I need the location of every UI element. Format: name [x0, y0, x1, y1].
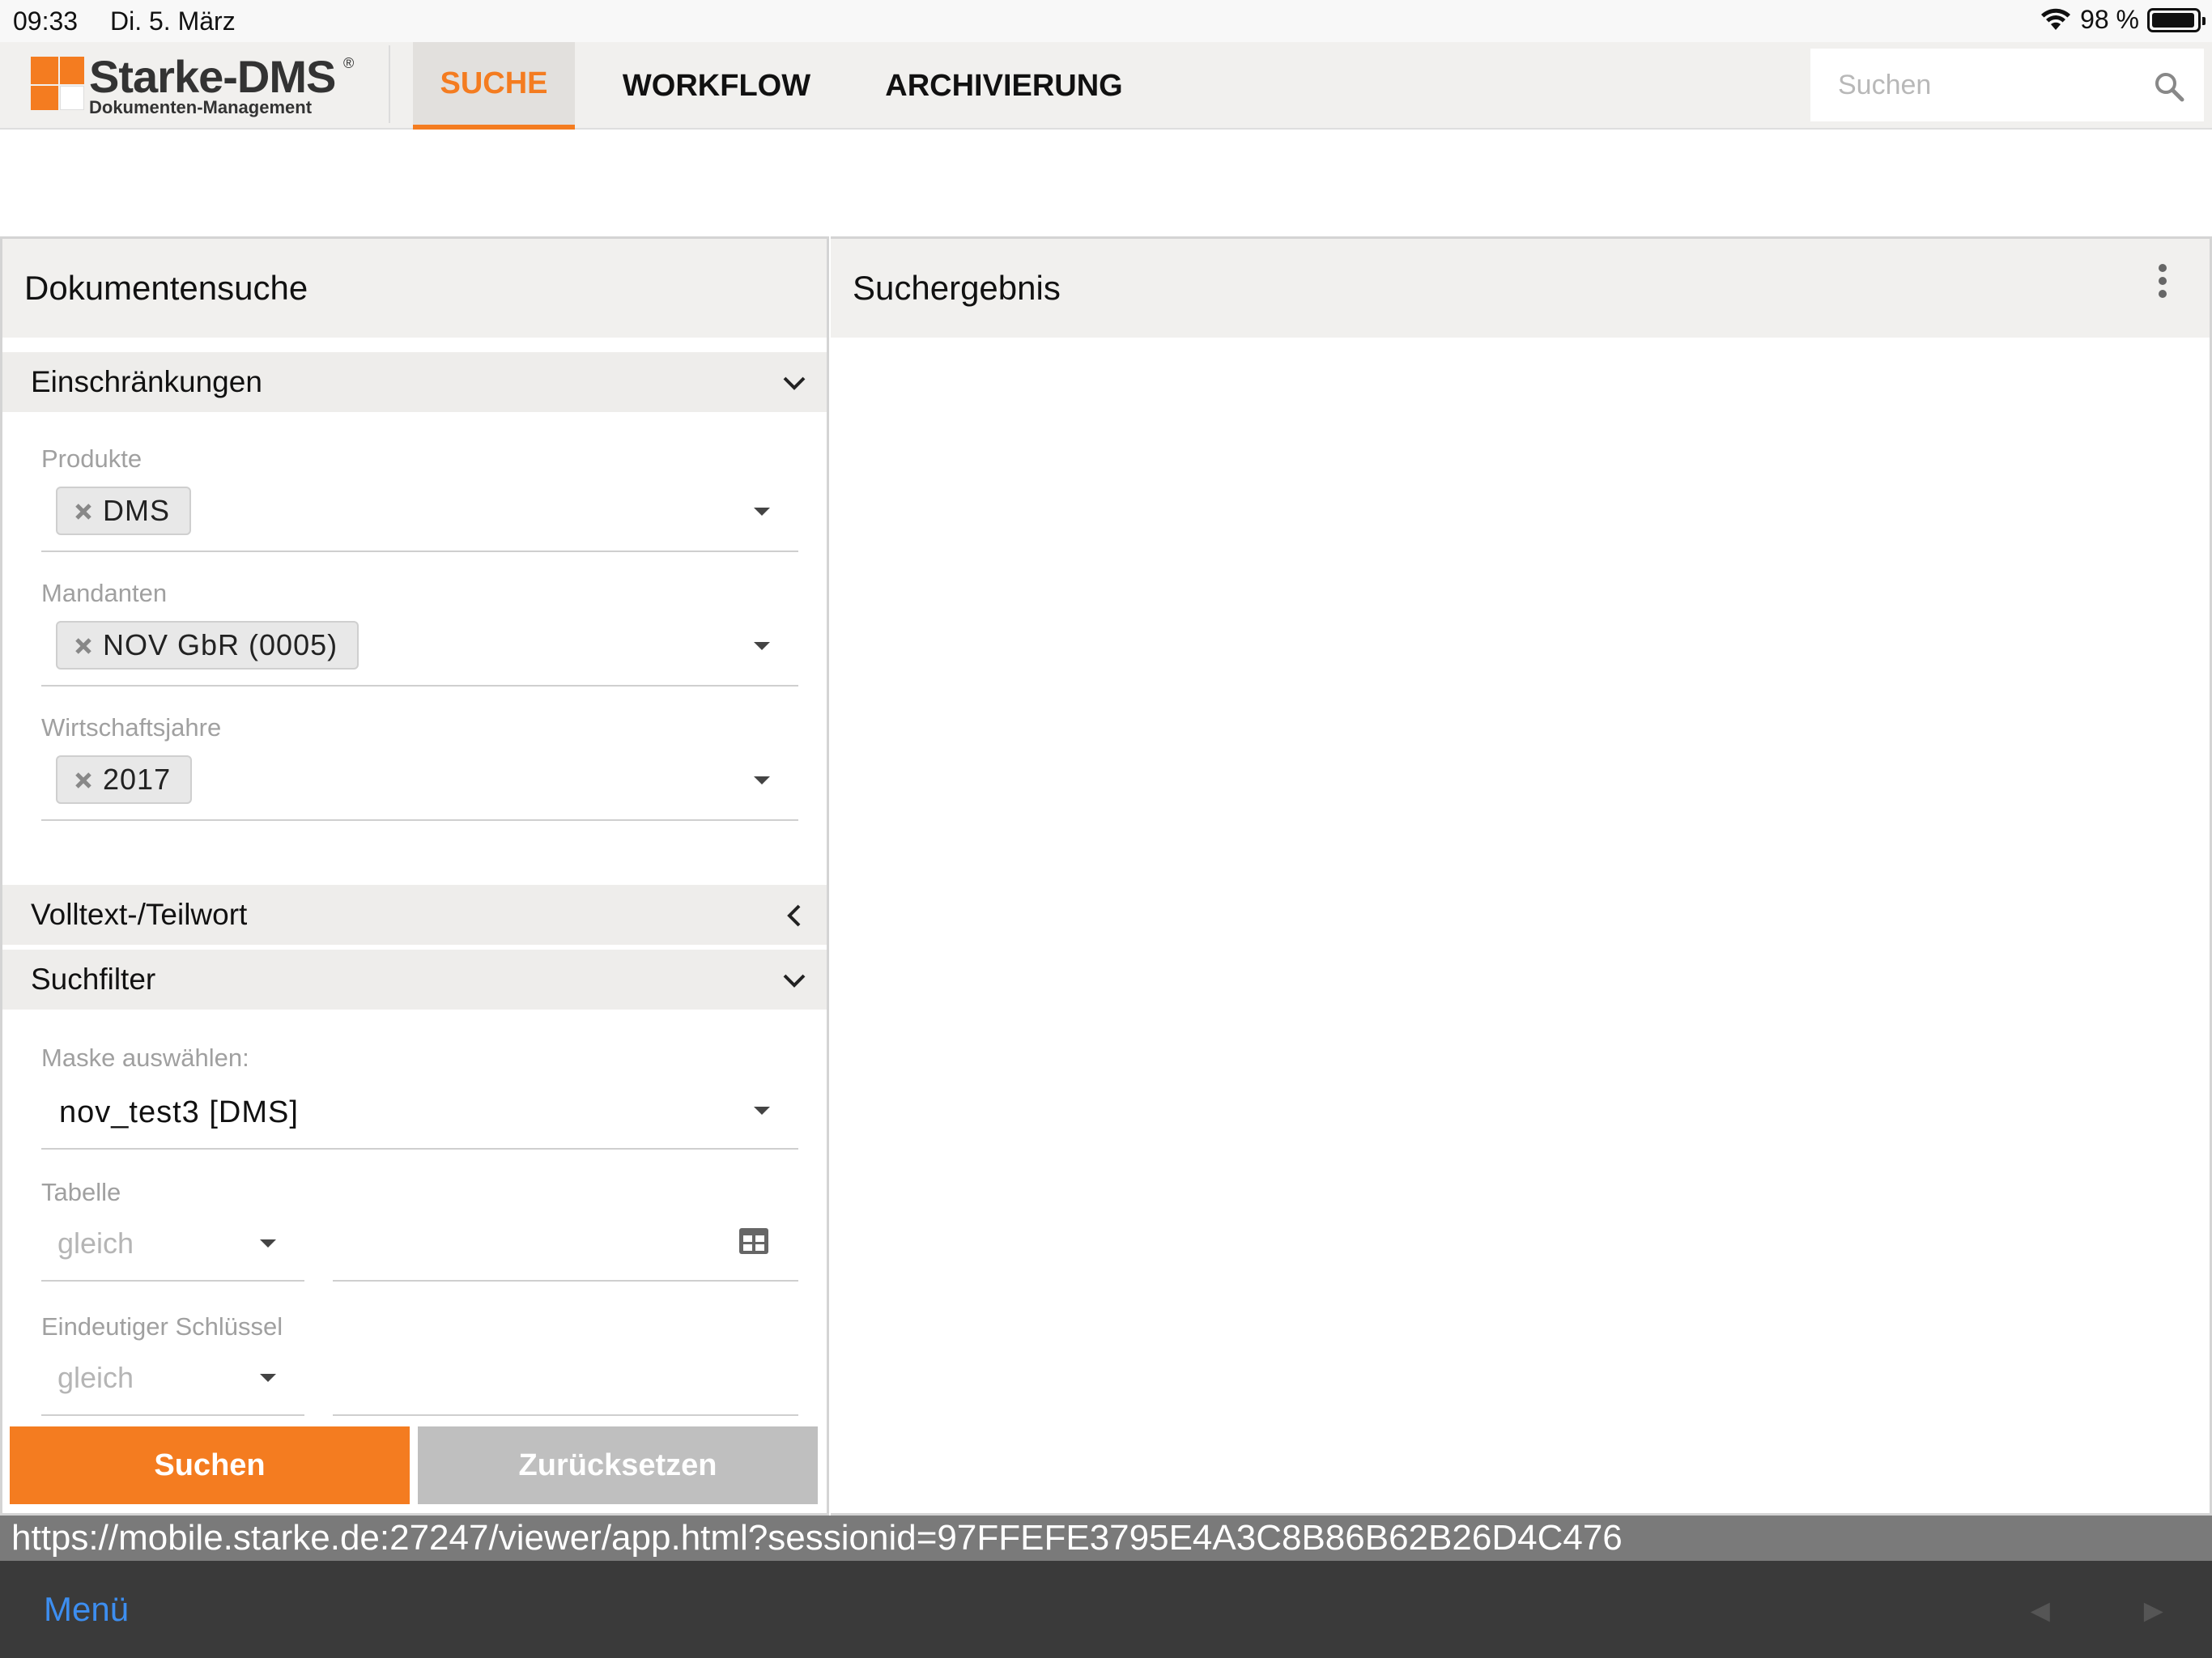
- document-search-title: Dokumentensuche: [2, 239, 827, 338]
- status-bar: 09:33 Di. 5. März 98 %: [0, 0, 2212, 42]
- tab-suche[interactable]: SUCHE: [413, 42, 575, 130]
- schluessel-operator-underline: [41, 1414, 304, 1416]
- produkte-underline: [41, 551, 798, 552]
- logo-subtitle: Dokumenten-Management: [89, 97, 313, 117]
- remove-chip-icon[interactable]: [74, 636, 93, 656]
- reset-button[interactable]: Zurücksetzen: [418, 1426, 818, 1504]
- produkte-dropdown-icon[interactable]: [754, 508, 770, 516]
- more-options-icon[interactable]: [2158, 263, 2167, 299]
- remove-chip-icon[interactable]: [74, 502, 93, 521]
- schluessel-value-input[interactable]: [333, 1350, 798, 1413]
- tab-archivierung[interactable]: ARCHIVIERUNG: [858, 42, 1150, 130]
- search-icon[interactable]: [2154, 71, 2184, 102]
- maske-underline: [41, 1148, 798, 1150]
- global-search: [1810, 49, 2204, 121]
- mandanten-dropdown-icon[interactable]: [754, 642, 770, 650]
- tabelle-operator-underline: [41, 1280, 304, 1282]
- app-header: Starke-DMS ® Dokumenten-Management SUCHE…: [0, 42, 2212, 130]
- forward-arrow-icon[interactable]: ►: [2138, 1593, 2170, 1630]
- starke-dms-logo[interactable]: Starke-DMS ® Dokumenten-Management: [31, 50, 363, 120]
- maske-dropdown-icon[interactable]: [754, 1107, 770, 1115]
- wirtschaftsjahre-label: Wirtschaftsjahre: [41, 713, 222, 742]
- search-results-title: Suchergebnis: [831, 239, 2210, 338]
- wirtschaftsjahre-chip-label: 2017: [103, 763, 172, 796]
- menu-button[interactable]: Menü: [44, 1590, 129, 1629]
- logo-registered: ®: [343, 55, 355, 71]
- produkte-chip-label: DMS: [103, 494, 170, 527]
- status-time: 09:33: [13, 6, 79, 36]
- schluessel-value-underline: [333, 1414, 798, 1416]
- search-input[interactable]: [1810, 49, 2134, 121]
- section-volltext-label: Volltext-/Teilwort: [31, 898, 248, 931]
- section-suchfilter-label: Suchfilter: [31, 963, 156, 996]
- status-date: Di. 5. März: [110, 6, 236, 36]
- logo-name: Starke-DMS: [89, 51, 336, 102]
- wirtschaftsjahre-dropdown-icon[interactable]: [754, 776, 770, 784]
- back-arrow-icon[interactable]: ◄: [2024, 1593, 2057, 1630]
- schluessel-operator-select[interactable]: gleich: [57, 1361, 134, 1395]
- remove-chip-icon[interactable]: [74, 771, 93, 790]
- chevron-down-icon[interactable]: [780, 966, 809, 995]
- status-right: 98 %: [2040, 5, 2206, 35]
- chevron-left-icon[interactable]: [780, 901, 809, 930]
- tabelle-label: Tabelle: [41, 1178, 121, 1206]
- section-volltext[interactable]: Volltext-/Teilwort: [2, 885, 827, 945]
- bottom-toolbar: Menü ◄ ►: [0, 1561, 2212, 1658]
- tabelle-value-underline: [333, 1280, 798, 1282]
- document-search-panel: Dokumentensuche Einschränkungen Produkte…: [0, 236, 829, 1516]
- url-bar: https://mobile.starke.de:27247/viewer/ap…: [0, 1516, 2212, 1561]
- maske-label: Maske auswählen:: [41, 1044, 249, 1072]
- search-results-panel: Suchergebnis: [831, 236, 2212, 1516]
- section-suchfilter[interactable]: Suchfilter: [2, 950, 827, 1010]
- mandanten-chip[interactable]: NOV GbR (0005): [56, 621, 359, 670]
- maske-select[interactable]: nov_test3 [DMS]: [59, 1095, 299, 1130]
- table-icon[interactable]: [738, 1226, 770, 1256]
- mandanten-label: Mandanten: [41, 579, 168, 607]
- wirtschaftsjahre-chip[interactable]: 2017: [56, 755, 193, 804]
- header-divider: [389, 45, 390, 123]
- wifi-icon: [2041, 8, 2071, 30]
- tabelle-operator-select[interactable]: gleich: [57, 1226, 134, 1261]
- mandanten-underline: [41, 685, 798, 687]
- battery-percent: 98 %: [2080, 5, 2139, 34]
- schluessel-label: Eindeutiger Schlüssel: [41, 1312, 283, 1341]
- mandanten-chip-label: NOV GbR (0005): [103, 628, 338, 661]
- produkte-chip[interactable]: DMS: [56, 487, 191, 535]
- tabelle-value-input[interactable]: [333, 1215, 798, 1278]
- section-einschraenkungen[interactable]: Einschränkungen: [2, 352, 827, 412]
- section-einschraenkungen-label: Einschränkungen: [31, 365, 262, 398]
- battery-icon: [2147, 7, 2206, 32]
- chevron-down-icon[interactable]: [780, 368, 809, 397]
- produkte-label: Produkte: [41, 444, 143, 473]
- wirtschaftsjahre-underline: [41, 819, 798, 821]
- search-button[interactable]: Suchen: [10, 1426, 410, 1504]
- tabelle-operator-dropdown-icon[interactable]: [260, 1239, 276, 1248]
- tab-workflow[interactable]: WORKFLOW: [599, 42, 834, 130]
- schluessel-operator-dropdown-icon[interactable]: [260, 1374, 276, 1382]
